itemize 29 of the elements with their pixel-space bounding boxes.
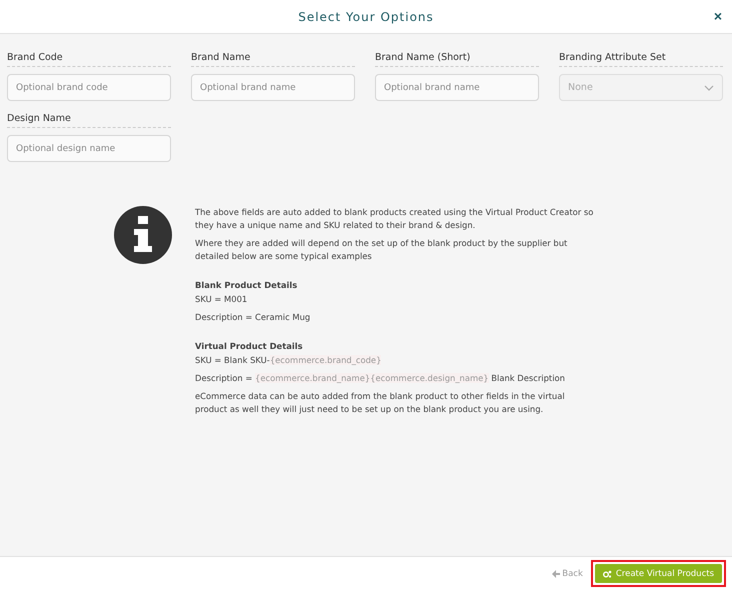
info-text: eCommerce data can be auto added from the blank product to other fields in the virtual product as well they will just need to be set up on the blank product you are using. (195, 391, 565, 414)
input-field[interactable]: Optional brand code (7, 74, 171, 101)
arrow-left-icon (552, 570, 560, 578)
section-heading: Blank Product Details (195, 280, 298, 290)
info-text: Description = (195, 373, 254, 383)
input-field[interactable]: Optional design name (7, 135, 171, 162)
create-button[interactable]: Create Virtual Products (594, 564, 722, 583)
section-heading: Virtual Product Details (195, 341, 303, 351)
field-label: Brand Name (Short) (375, 52, 539, 67)
template-code: {ecommerce.brand_code} (270, 355, 382, 365)
info-text: Where they are added will depend on the set up of the blank product by the supplier but detailed below are some typical examples (195, 238, 568, 261)
back-button[interactable]: Back (552, 568, 583, 578)
close-button[interactable]: × (714, 9, 722, 23)
field-label: Branding Attribute Set (559, 52, 723, 67)
field-label: Brand Name (191, 52, 355, 67)
info-text: Description = Ceramic Mug (195, 312, 310, 322)
chevron-down-icon (704, 84, 714, 90)
dialog-title: Select Your Options (298, 10, 434, 24)
select-field[interactable]: None (559, 74, 723, 101)
input-field[interactable]: Optional brand name (191, 74, 355, 101)
info-text: SKU = Blank SKU- (195, 355, 270, 365)
info-text: The above fields are auto added to blank products created using the Virtual Product Creator so they have a unique name and SKU related to their brand & design. (195, 207, 594, 230)
template-code: {ecommerce.brand_name}{ecommerce.design_name} (255, 373, 489, 383)
info-icon (114, 206, 172, 264)
input-field[interactable]: Optional brand name (375, 74, 539, 101)
field-label: Design Name (7, 113, 171, 128)
field-label: Brand Code (7, 52, 171, 67)
info-text: Blank Description (490, 373, 565, 383)
info-text: SKU = M001 (195, 294, 248, 304)
